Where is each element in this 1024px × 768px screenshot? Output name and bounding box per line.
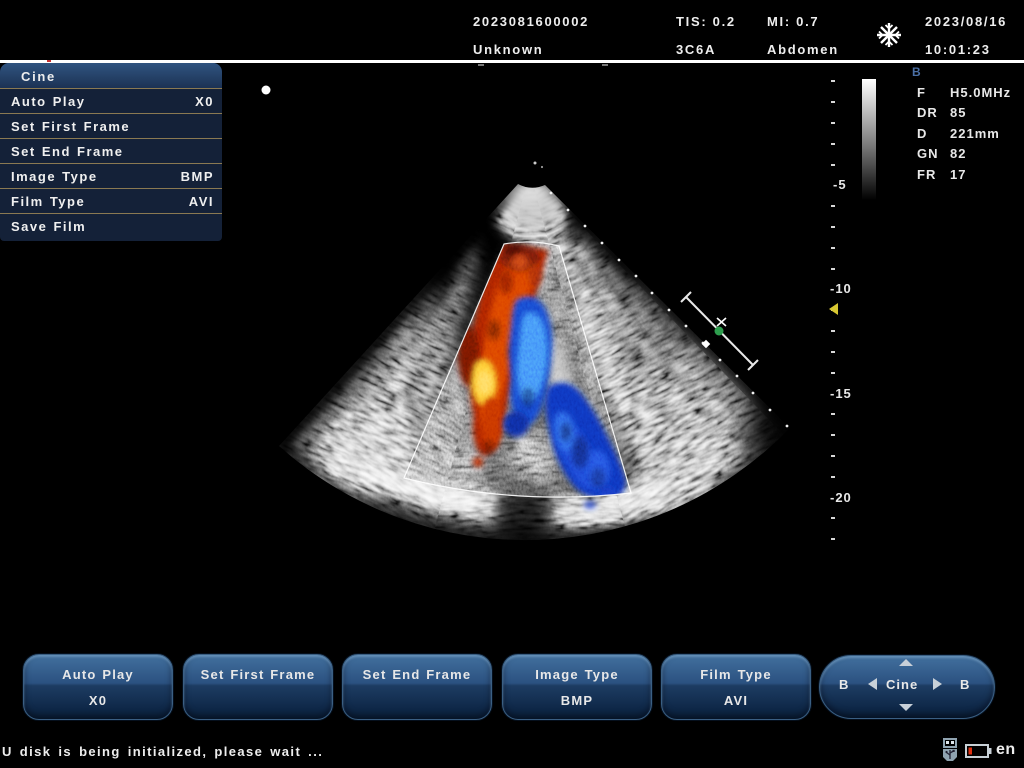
svg-text:DR: DR [917,105,938,120]
svg-text:FR: FR [917,167,936,182]
svg-text:B: B [912,65,921,79]
svg-text:B: B [960,677,970,692]
svg-text:-5: -5 [833,177,847,192]
svg-text:-10: -10 [830,281,852,296]
svg-text:17: 17 [950,167,966,182]
svg-text:Cine: Cine [886,677,918,692]
svg-text:85: 85 [950,105,966,120]
svg-text:H5.0MHz: H5.0MHz [950,85,1011,100]
svg-text:F: F [917,85,926,100]
svg-text:-15: -15 [830,386,852,401]
svg-text:D: D [917,126,927,141]
svg-text:-20: -20 [830,490,852,505]
svg-text:GN: GN [917,146,939,161]
svg-text:82: 82 [950,146,966,161]
svg-text:221mm: 221mm [950,126,1000,141]
svg-text:B: B [839,677,849,692]
